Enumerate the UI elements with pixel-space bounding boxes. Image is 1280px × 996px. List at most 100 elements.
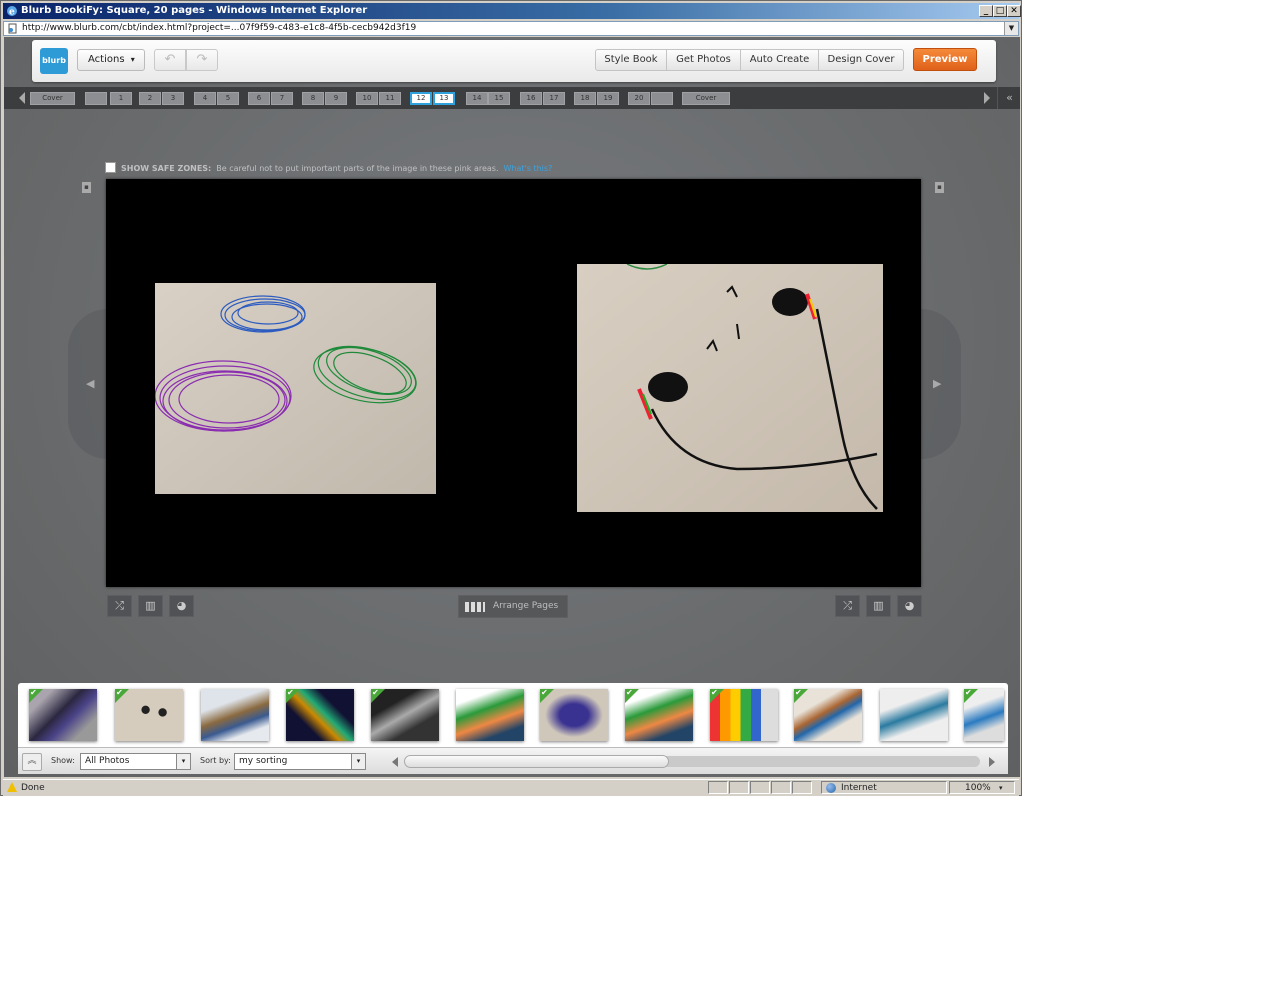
page-thumb[interactable]: 2 xyxy=(139,92,161,105)
page-thumb[interactable] xyxy=(85,92,107,105)
whats-this-link[interactable]: What's this? xyxy=(504,164,553,173)
check-icon: ✔ xyxy=(541,689,548,697)
address-bar[interactable]: http://www.blurb.com/cbt/index.html?proj… xyxy=(3,21,1019,36)
globe-icon xyxy=(826,783,836,793)
photo-thumb[interactable]: ✔ xyxy=(710,689,778,741)
arrange-pages-button[interactable]: Arrange Pages xyxy=(458,595,568,618)
page-strip-right-arrow-icon[interactable] xyxy=(984,92,990,104)
layout-icon: ▥ xyxy=(873,599,884,612)
photo-thumb[interactable]: ✔ xyxy=(286,689,354,741)
show-select[interactable]: All Photos ▾ xyxy=(80,753,191,770)
page-thumb[interactable]: 16 xyxy=(520,92,542,105)
layout-left-button[interactable]: ▥ xyxy=(138,595,163,617)
shuffle-icon: ⤮ xyxy=(843,599,852,612)
page-thumb[interactable]: 17 xyxy=(543,92,565,105)
layout-right-button[interactable]: ▥ xyxy=(866,595,891,617)
photo-thumb[interactable]: ✔ xyxy=(794,689,862,741)
page-thumb[interactable]: 9 xyxy=(325,92,347,105)
page-thumb[interactable]: 6 xyxy=(248,92,270,105)
tray-scroll-thumb[interactable] xyxy=(404,755,669,768)
get-photos-button[interactable]: Get Photos xyxy=(666,49,741,71)
page-thumb[interactable]: 3 xyxy=(162,92,184,105)
page-thumb[interactable]: 12 xyxy=(410,92,432,105)
page-thumb[interactable]: 4 xyxy=(194,92,216,105)
browser-window: e Blurb BookiFy: Square, 20 pages - Wind… xyxy=(0,0,1022,796)
page-thumb[interactable]: 13 xyxy=(433,92,455,105)
palette-icon: ◕ xyxy=(904,599,915,612)
preview-button[interactable]: Preview xyxy=(913,48,977,71)
previous-spread-button[interactable]: ◀ xyxy=(68,309,108,459)
page-thumb[interactable] xyxy=(651,92,673,105)
page-thumb[interactable]: 10 xyxy=(356,92,378,105)
sort-value: my sorting xyxy=(239,756,288,766)
theme-right-button[interactable]: ◕ xyxy=(897,595,922,617)
actions-menu-button[interactable]: Actions ▾ xyxy=(77,49,145,71)
photo-thumb[interactable]: ✔ xyxy=(964,689,1004,741)
design-cover-button[interactable]: Design Cover xyxy=(818,49,904,71)
shuffle-right-button[interactable]: ⤮ xyxy=(835,595,860,617)
shuffle-icon: ⤮ xyxy=(115,599,124,612)
photo-thumb[interactable]: ✔ xyxy=(29,689,97,741)
page-thumb[interactable]: 14 xyxy=(466,92,488,105)
check-icon: ✔ xyxy=(965,689,972,697)
address-dropdown-button[interactable]: ▼ xyxy=(1004,22,1018,35)
page-thumb[interactable]: 5 xyxy=(217,92,239,105)
status-bar: Done Internet 100% ▾ xyxy=(3,779,1019,796)
maximize-button[interactable]: □ xyxy=(993,5,1007,17)
scroll-right-icon[interactable] xyxy=(989,757,995,767)
scroll-left-icon[interactable] xyxy=(392,757,398,767)
photo-thumb[interactable]: ✔ xyxy=(540,689,608,741)
redo-button[interactable]: ↷ xyxy=(186,49,218,71)
page-thumb[interactable]: 11 xyxy=(379,92,401,105)
zoom-level[interactable]: 100% xyxy=(965,780,991,796)
page-thumb[interactable]: 7 xyxy=(271,92,293,105)
status-cell xyxy=(729,781,749,794)
photo-thumb[interactable]: ✔ xyxy=(625,689,693,741)
url-text[interactable]: http://www.blurb.com/cbt/index.html?proj… xyxy=(22,22,416,35)
check-icon: ✔ xyxy=(795,689,802,697)
photo-thumb[interactable]: ✔ xyxy=(371,689,439,741)
shuffle-left-button[interactable]: ⤮ xyxy=(107,595,132,617)
page-thumb[interactable]: 8 xyxy=(302,92,324,105)
actions-label: Actions xyxy=(88,54,125,65)
zoom-dropdown-icon[interactable]: ▾ xyxy=(999,780,1003,796)
zone-text: Internet xyxy=(841,783,877,793)
photo-thumb[interactable] xyxy=(201,689,269,741)
page-thumb[interactable]: 15 xyxy=(488,92,510,105)
status-cell xyxy=(750,781,770,794)
check-icon: ✔ xyxy=(30,689,37,697)
sort-select[interactable]: my sorting ▾ xyxy=(234,753,366,770)
page-thumb[interactable]: 20 xyxy=(628,92,650,105)
check-icon: ✔ xyxy=(116,689,123,697)
page-thumb[interactable]: 1 xyxy=(110,92,132,105)
auto-create-button[interactable]: Auto Create xyxy=(740,49,819,71)
page-strip-left-arrow-icon[interactable] xyxy=(19,92,25,104)
book-spread xyxy=(106,179,921,587)
left-page-icon[interactable]: ▪ xyxy=(82,182,91,193)
style-book-button[interactable]: Style Book xyxy=(595,49,667,71)
page-front-cover[interactable]: Cover xyxy=(30,92,75,105)
photo-thumb[interactable]: ✔ xyxy=(115,689,183,741)
page-back-cover[interactable]: Cover xyxy=(682,92,730,105)
collapse-icon[interactable]: « xyxy=(997,87,1020,109)
page-thumb[interactable]: 19 xyxy=(597,92,619,105)
theme-left-button[interactable]: ◕ xyxy=(169,595,194,617)
photo-earphones[interactable] xyxy=(577,264,883,512)
close-button[interactable]: ✕ xyxy=(1007,5,1021,17)
undo-button[interactable]: ↶ xyxy=(154,49,186,71)
photo-tray: ✔ ✔ ✔ ✔ ✔ ✔ ✔ ✔ ✔ xyxy=(18,683,1008,747)
minimize-button[interactable]: _ xyxy=(979,5,993,17)
right-page-icon[interactable]: ▪ xyxy=(935,182,944,193)
check-icon: ✔ xyxy=(711,689,718,697)
safe-zones-label: SHOW SAFE ZONES: xyxy=(121,164,212,173)
expand-tray-icon[interactable]: ︽ xyxy=(22,753,42,771)
photo-scribbles[interactable] xyxy=(155,283,436,494)
page-thumb[interactable]: 18 xyxy=(574,92,596,105)
safe-zones-checkbox[interactable] xyxy=(105,162,116,173)
show-value: All Photos xyxy=(85,756,130,766)
photo-thumb[interactable] xyxy=(456,689,524,741)
blurb-logo: blurb xyxy=(40,48,68,74)
next-spread-button[interactable]: ▶ xyxy=(921,309,961,459)
scribbles-image xyxy=(155,283,436,494)
photo-thumb[interactable] xyxy=(880,689,948,741)
